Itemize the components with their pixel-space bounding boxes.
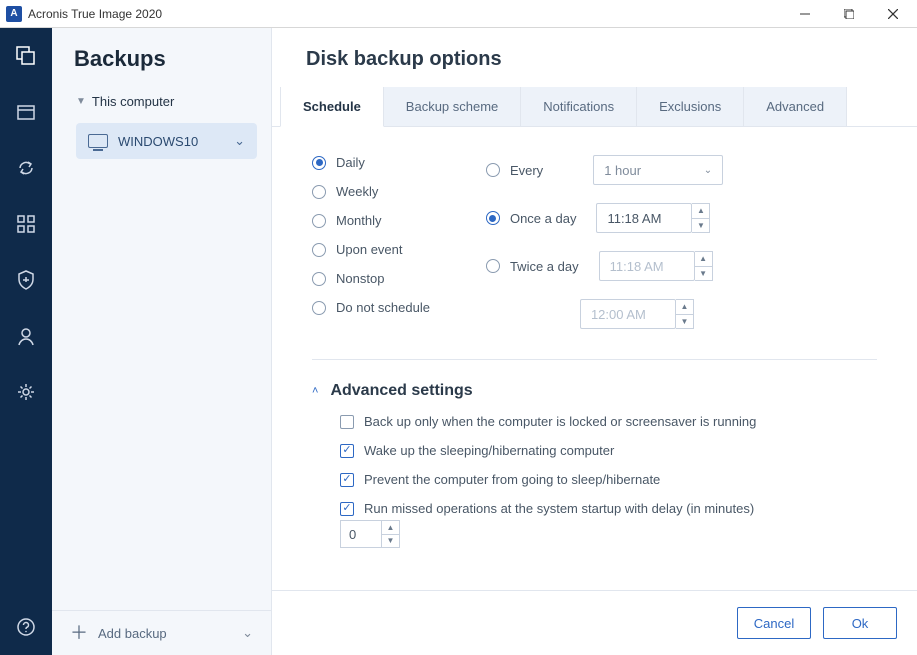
backup-item-label: WINDOWS10 <box>118 134 198 149</box>
content-pane: Disk backup options Schedule Backup sche… <box>272 28 917 655</box>
minimize-icon <box>800 9 810 19</box>
check-locked-screensaver[interactable]: Back up only when the computer is locked… <box>340 414 877 429</box>
add-backup-label: Add backup <box>98 626 167 641</box>
chevron-up-icon: ▲ <box>695 252 712 267</box>
backup-item-windows10[interactable]: WINDOWS10 ⌄ <box>76 123 257 159</box>
page-title: Disk backup options <box>272 28 917 71</box>
interval-dropdown[interactable]: 1 hour ⌄ <box>593 155 723 185</box>
app-icon: A <box>6 6 22 22</box>
radio-do-not-schedule[interactable]: Do not schedule <box>312 300 430 315</box>
radio-monthly[interactable]: Monthly <box>312 213 430 228</box>
time-input-twice-1: 11:18 AM <box>599 251 695 281</box>
user-icon <box>16 326 36 346</box>
rail-archive[interactable] <box>12 98 40 126</box>
chevron-up-icon[interactable]: ▲ <box>382 521 399 535</box>
dialog-footer: Cancel Ok <box>272 590 917 655</box>
check-run-missed[interactable]: Run missed operations at the system star… <box>340 501 877 516</box>
chevron-down-icon: ⌄ <box>242 625 253 641</box>
time-spinner-twice-1: ▲ ▼ <box>695 251 713 281</box>
time-input-twice-2: 12:00 AM <box>580 299 676 329</box>
divider <box>312 359 877 360</box>
rail-help[interactable] <box>12 613 40 641</box>
nav-rail <box>0 28 52 655</box>
ok-button[interactable]: Ok <box>823 607 897 639</box>
help-icon <box>16 617 36 637</box>
rail-protection[interactable] <box>12 266 40 294</box>
window-title: Acronis True Image 2020 <box>28 7 162 21</box>
delay-input[interactable]: 0 <box>340 520 382 548</box>
rail-account[interactable] <box>12 322 40 350</box>
radio-daily[interactable]: Daily <box>312 155 430 170</box>
tree-group-label: This computer <box>92 94 174 109</box>
shield-icon <box>16 269 36 291</box>
tree-group-toggle[interactable]: ▼ This computer <box>76 88 271 119</box>
sidebar: Backups ▼ This computer WINDOWS10 ⌄ ＋ Ad… <box>52 28 272 655</box>
advanced-settings-title: Advanced settings <box>330 382 472 400</box>
tab-backup-scheme[interactable]: Backup scheme <box>384 87 522 126</box>
chevron-down-icon: ⌄ <box>234 133 245 149</box>
rail-backup[interactable] <box>12 42 40 70</box>
archive-icon <box>16 102 36 122</box>
cancel-button[interactable]: Cancel <box>737 607 811 639</box>
tab-advanced[interactable]: Advanced <box>744 87 847 126</box>
radio-nonstop[interactable]: Nonstop <box>312 271 430 286</box>
radio-once-a-day[interactable]: Once a day <box>486 211 577 226</box>
chevron-up-icon: ▲ <box>676 300 693 315</box>
advanced-settings-toggle[interactable]: ˄ Advanced settings <box>312 378 877 414</box>
sync-icon <box>16 158 36 178</box>
backup-icon <box>15 45 37 67</box>
rail-tools[interactable] <box>12 210 40 238</box>
maximize-button[interactable] <box>827 0 871 28</box>
check-wake-up[interactable]: Wake up the sleeping/hibernating compute… <box>340 443 877 458</box>
chevron-down-icon: ▼ <box>695 267 712 281</box>
delay-spinner[interactable]: ▲ ▼ <box>382 520 400 548</box>
chevron-up-icon[interactable]: ▲ <box>692 204 709 219</box>
tab-bar: Schedule Backup scheme Notifications Exc… <box>272 87 917 127</box>
close-button[interactable] <box>871 0 915 28</box>
gear-icon <box>16 382 36 402</box>
radio-weekly[interactable]: Weekly <box>312 184 430 199</box>
chevron-down-icon: ▼ <box>676 315 693 329</box>
radio-twice-a-day[interactable]: Twice a day <box>486 259 579 274</box>
tab-notifications[interactable]: Notifications <box>521 87 637 126</box>
time-spinner-once[interactable]: ▲ ▼ <box>692 203 710 233</box>
radio-upon-event[interactable]: Upon event <box>312 242 430 257</box>
chevron-down-icon: ⌄ <box>704 165 712 176</box>
sidebar-title: Backups <box>52 28 271 84</box>
minimize-button[interactable] <box>783 0 827 28</box>
chevron-down-icon[interactable]: ▼ <box>382 535 399 548</box>
radio-every[interactable]: Every <box>486 163 543 178</box>
check-prevent-sleep[interactable]: Prevent the computer from going to sleep… <box>340 472 877 487</box>
title-bar: A Acronis True Image 2020 <box>0 0 917 28</box>
tab-exclusions[interactable]: Exclusions <box>637 87 744 126</box>
add-backup-button[interactable]: ＋ Add backup ⌄ <box>52 610 271 655</box>
chevron-up-icon: ˄ <box>312 385 318 397</box>
rail-sync[interactable] <box>12 154 40 182</box>
tab-schedule[interactable]: Schedule <box>280 87 384 127</box>
chevron-down-icon: ▼ <box>76 96 86 107</box>
time-input-once[interactable]: 11:18 AM <box>596 203 692 233</box>
time-spinner-twice-2: ▲ ▼ <box>676 299 694 329</box>
rail-settings[interactable] <box>12 378 40 406</box>
maximize-icon <box>844 9 854 19</box>
chevron-down-icon[interactable]: ▼ <box>692 219 709 233</box>
close-icon <box>888 9 898 19</box>
monitor-icon <box>88 134 108 148</box>
grid-icon <box>16 214 36 234</box>
